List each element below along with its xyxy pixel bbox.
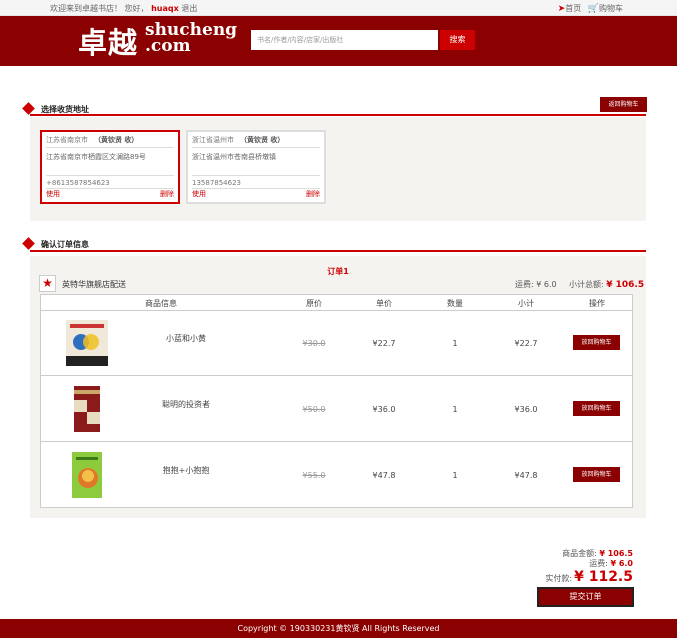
- shop-name: 英特华旗舰店配送: [62, 280, 126, 289]
- order-section-title: 确认订单信息: [22, 237, 89, 250]
- item-subtotal: ¥47.8: [514, 471, 538, 480]
- diamond-icon: [22, 237, 35, 250]
- column-header: 单价: [376, 299, 392, 308]
- order-title-text: 确认订单信息: [41, 240, 89, 249]
- welcome-message: 欢迎来到卓越书店！: [50, 4, 122, 13]
- back-to-cart-button[interactable]: 返回购物车: [600, 97, 647, 112]
- address-card[interactable]: 浙江省温州市 （黄钦贤 收） 浙江省温州市苍南县桥墩镇 13587854623 使…: [186, 130, 326, 204]
- diamond-icon: [22, 102, 35, 115]
- return-to-cart-button[interactable]: 放回购物车: [573, 467, 620, 482]
- subtotal-value: ¥ 106.5: [606, 280, 645, 290]
- order-panel: 订单1 ★ 英特华旗舰店配送 运费: ¥ 6.0 小计总额: ¥ 106.5 商…: [30, 256, 646, 518]
- cart-icon: 🛒: [587, 4, 599, 14]
- shipping-label: 运费:: [589, 559, 608, 568]
- address-recipient: （黄钦贤 收）: [94, 136, 139, 144]
- table-header: 商品信息 原价 单价 数量 小计 操作: [41, 295, 632, 311]
- delete-address-link[interactable]: 删除: [160, 189, 174, 199]
- item-quantity: 1: [452, 339, 458, 348]
- address-panel: 江苏省南京市 （黄钦贤 收） 江苏省南京市栖霞区文澜路89号 +861358785…: [30, 117, 646, 221]
- address-street: 江苏省南京市栖霞区文澜路89号: [46, 153, 146, 161]
- column-header: 操作: [589, 299, 605, 308]
- greeting: 您好，: [124, 4, 149, 13]
- shipping-value: ¥ 6.0: [610, 559, 633, 568]
- column-header: 数量: [447, 299, 463, 308]
- column-header: 小计: [518, 299, 534, 308]
- item-unit-price: ¥22.7: [372, 339, 396, 348]
- item-name[interactable]: 小蓝和小黄: [141, 333, 231, 344]
- section-divider: [30, 250, 646, 252]
- search-input[interactable]: 书名/作者/内容/店家/出版社: [251, 30, 438, 50]
- address-phone: +8613587854623: [46, 175, 174, 187]
- use-address-link[interactable]: 使用: [192, 189, 206, 199]
- home-link[interactable]: 首页: [565, 4, 581, 13]
- table-row: 聪明的投资者 ¥50.0 ¥36.0 1 ¥36.0 放回购物车: [41, 377, 632, 442]
- pay-value: ¥ 112.5: [574, 569, 633, 585]
- item-subtotal: ¥22.7: [514, 339, 538, 348]
- item-unit-price: ¥36.0: [372, 405, 396, 414]
- card-divider: [192, 188, 320, 189]
- table-row: 抱抱+小抱抱 ¥55.0 ¥47.8 1 ¥47.8 放回购物车: [41, 443, 632, 508]
- address-title-text: 选择收货地址: [41, 105, 89, 114]
- logo-english-line2: .com: [145, 36, 191, 56]
- item-original-price: ¥55.0: [302, 471, 326, 480]
- card-divider: [46, 188, 174, 189]
- logo-english[interactable]: shucheng .com: [145, 22, 237, 56]
- logo-chinese[interactable]: 卓越: [78, 20, 138, 62]
- footer: Copyright © 190330231黄钦贤 All Rights Rese…: [0, 619, 677, 638]
- item-original-price: ¥50.0: [302, 405, 326, 414]
- column-header: 商品信息: [145, 299, 177, 308]
- payable-amount: 实付款: ¥ 112.5: [545, 569, 633, 585]
- address-recipient: （黄钦贤 收）: [240, 136, 285, 144]
- goods-label: 商品金额:: [562, 549, 597, 558]
- address-region: 浙江省温州市: [192, 136, 234, 144]
- top-nav: ➤首页 🛒购物车: [558, 3, 623, 14]
- order-number: 订单1: [327, 267, 349, 276]
- address-region: 江苏省南京市: [46, 136, 88, 144]
- item-quantity: 1: [452, 471, 458, 480]
- welcome-text: 欢迎来到卓越书店！ 您好， huaqx 退出: [50, 3, 197, 14]
- address-street: 浙江省温州市苍南县桥墩镇: [192, 153, 276, 161]
- item-name[interactable]: 抱抱+小抱抱: [141, 465, 231, 476]
- order-shipping: 运费: ¥ 6.0: [515, 280, 557, 289]
- book-cover-image[interactable]: [66, 386, 108, 432]
- delete-address-link[interactable]: 删除: [306, 189, 320, 199]
- address-phone: 13587854623: [192, 175, 320, 187]
- logout-link[interactable]: 退出: [181, 4, 197, 13]
- address-card[interactable]: 江苏省南京市 （黄钦贤 收） 江苏省南京市栖霞区文澜路89号 +861358785…: [40, 130, 180, 204]
- item-unit-price: ¥47.8: [372, 471, 396, 480]
- goods-value: ¥ 106.5: [599, 549, 633, 558]
- search-button[interactable]: 搜索: [440, 30, 475, 50]
- book-cover-image[interactable]: [66, 320, 108, 366]
- shop-star-icon: ★: [39, 275, 56, 292]
- table-row: 小蓝和小黄 ¥30.0 ¥22.7 1 ¥22.7 放回购物车: [41, 311, 632, 376]
- return-to-cart-button[interactable]: 放回购物车: [573, 401, 620, 416]
- submit-order-button[interactable]: 提交订单: [537, 587, 634, 607]
- shipping-amount: 运费: ¥ 6.0: [589, 558, 633, 569]
- order-subtotal: 小计总额: ¥ 106.5: [569, 279, 644, 290]
- book-cover-image[interactable]: [66, 452, 108, 498]
- order-table: 商品信息 原价 单价 数量 小计 操作 小蓝和小黄 ¥30.0 ¥22.7 1 …: [40, 294, 633, 508]
- return-to-cart-button[interactable]: 放回购物车: [573, 335, 620, 350]
- item-name[interactable]: 聪明的投资者: [141, 399, 231, 410]
- username[interactable]: huaqx: [151, 4, 179, 13]
- use-address-link[interactable]: 使用: [46, 189, 60, 199]
- item-subtotal: ¥36.0: [514, 405, 538, 414]
- column-header: 原价: [306, 299, 322, 308]
- section-divider: [30, 114, 646, 116]
- top-bar: 欢迎来到卓越书店！ 您好， huaqx 退出 ➤首页 🛒购物车: [0, 0, 677, 16]
- address-header: 浙江省温州市 （黄钦贤 收）: [192, 135, 320, 148]
- copyright-text: Copyright © 190330231黄钦贤 All Rights Rese…: [237, 624, 440, 633]
- subtotal-label: 小计总额:: [569, 280, 604, 289]
- pay-label: 实付款:: [545, 574, 573, 583]
- item-original-price: ¥30.0: [302, 339, 326, 348]
- cart-link[interactable]: 购物车: [599, 4, 623, 13]
- header: 卓越 shucheng .com 书名/作者/内容/店家/出版社 搜索: [0, 16, 677, 66]
- item-quantity: 1: [452, 405, 458, 414]
- address-header: 江苏省南京市 （黄钦贤 收）: [46, 135, 174, 148]
